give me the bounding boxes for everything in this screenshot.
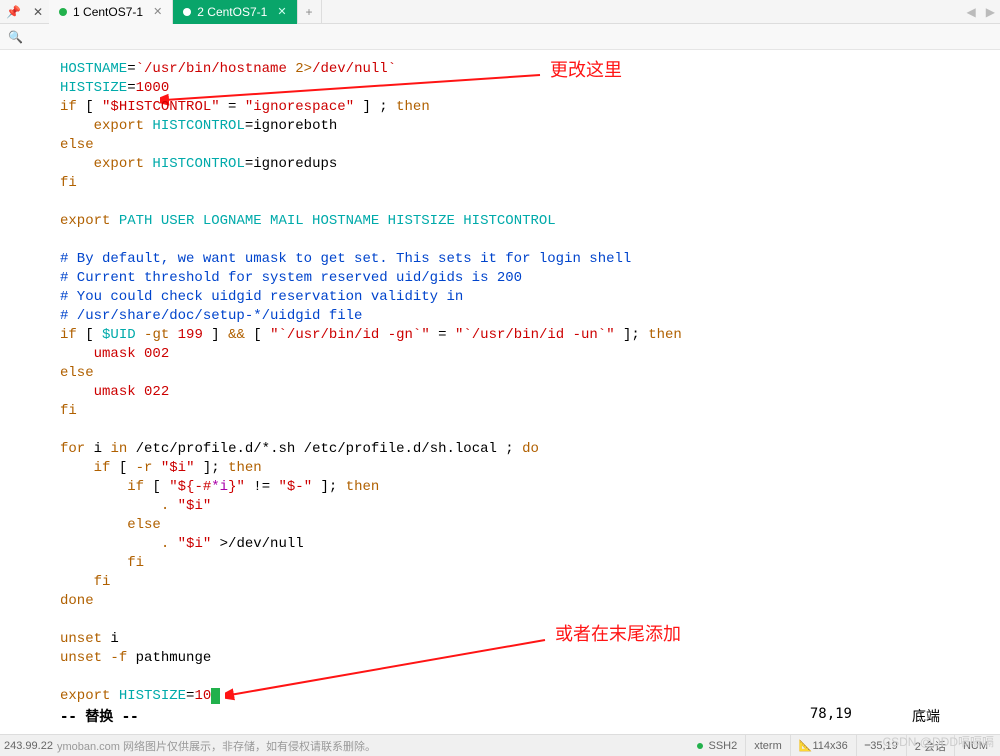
status-dot-icon: [183, 8, 191, 16]
tab-prev-icon[interactable]: ◀: [962, 5, 981, 19]
status-dot-icon: [59, 8, 67, 16]
status-ssh: SSH2: [689, 735, 745, 756]
code-content: HOSTNAME=`/usr/bin/hostname 2>/dev/null`…: [0, 50, 1000, 706]
tab-label: 1 CentOS7-1: [73, 5, 143, 19]
status-size: 📐 114x36: [790, 735, 856, 756]
vim-scroll: 底端: [912, 706, 940, 728]
toolbar: 🔍: [0, 24, 1000, 50]
tab-bar: 📌 ✕ 1 CentOS7-1 ✕ 2 CentOS7-1 ✕ + ◀ ▶: [0, 0, 1000, 24]
status-notice: ymoban.com 网络图片仅供展示，非存储，如有侵权请联系删除。: [53, 738, 690, 754]
watermark: CSDN @DDD嗝嗝嗝: [882, 733, 994, 750]
vim-status-line: -- 替换 -- 78,19 底端: [0, 706, 1000, 728]
status-dot-icon: [697, 743, 703, 749]
tab-close-icon[interactable]: ✕: [153, 5, 162, 18]
new-tab-button[interactable]: +: [298, 0, 322, 24]
tab-label: 2 CentOS7-1: [197, 5, 267, 19]
tab-close-icon[interactable]: ✕: [277, 5, 286, 18]
tab-next-icon[interactable]: ▶: [981, 5, 1000, 19]
pin-icon[interactable]: 📌: [0, 5, 27, 19]
cursor: [211, 688, 220, 704]
tabs: 1 CentOS7-1 ✕ 2 CentOS7-1 ✕ +: [49, 0, 322, 24]
tab-nav: ◀ ▶: [962, 5, 1000, 19]
status-ip: 243.99.22: [4, 740, 53, 752]
vim-position: 78,19: [810, 706, 852, 728]
vim-mode: -- 替换 --: [60, 706, 139, 728]
tab-2[interactable]: 2 CentOS7-1 ✕: [173, 0, 297, 24]
status-term: xterm: [745, 735, 790, 756]
tab-1[interactable]: 1 CentOS7-1 ✕: [49, 0, 173, 24]
status-bar: 243.99.22 ymoban.com 网络图片仅供展示，非存储，如有侵权请联…: [0, 734, 1000, 756]
search-icon[interactable]: 🔍: [8, 30, 23, 44]
close-panel-icon[interactable]: ✕: [27, 5, 49, 19]
terminal-editor[interactable]: 更改这里 或者在末尾添加 HOSTNAME=`/usr/bin/hostname…: [0, 50, 1000, 710]
